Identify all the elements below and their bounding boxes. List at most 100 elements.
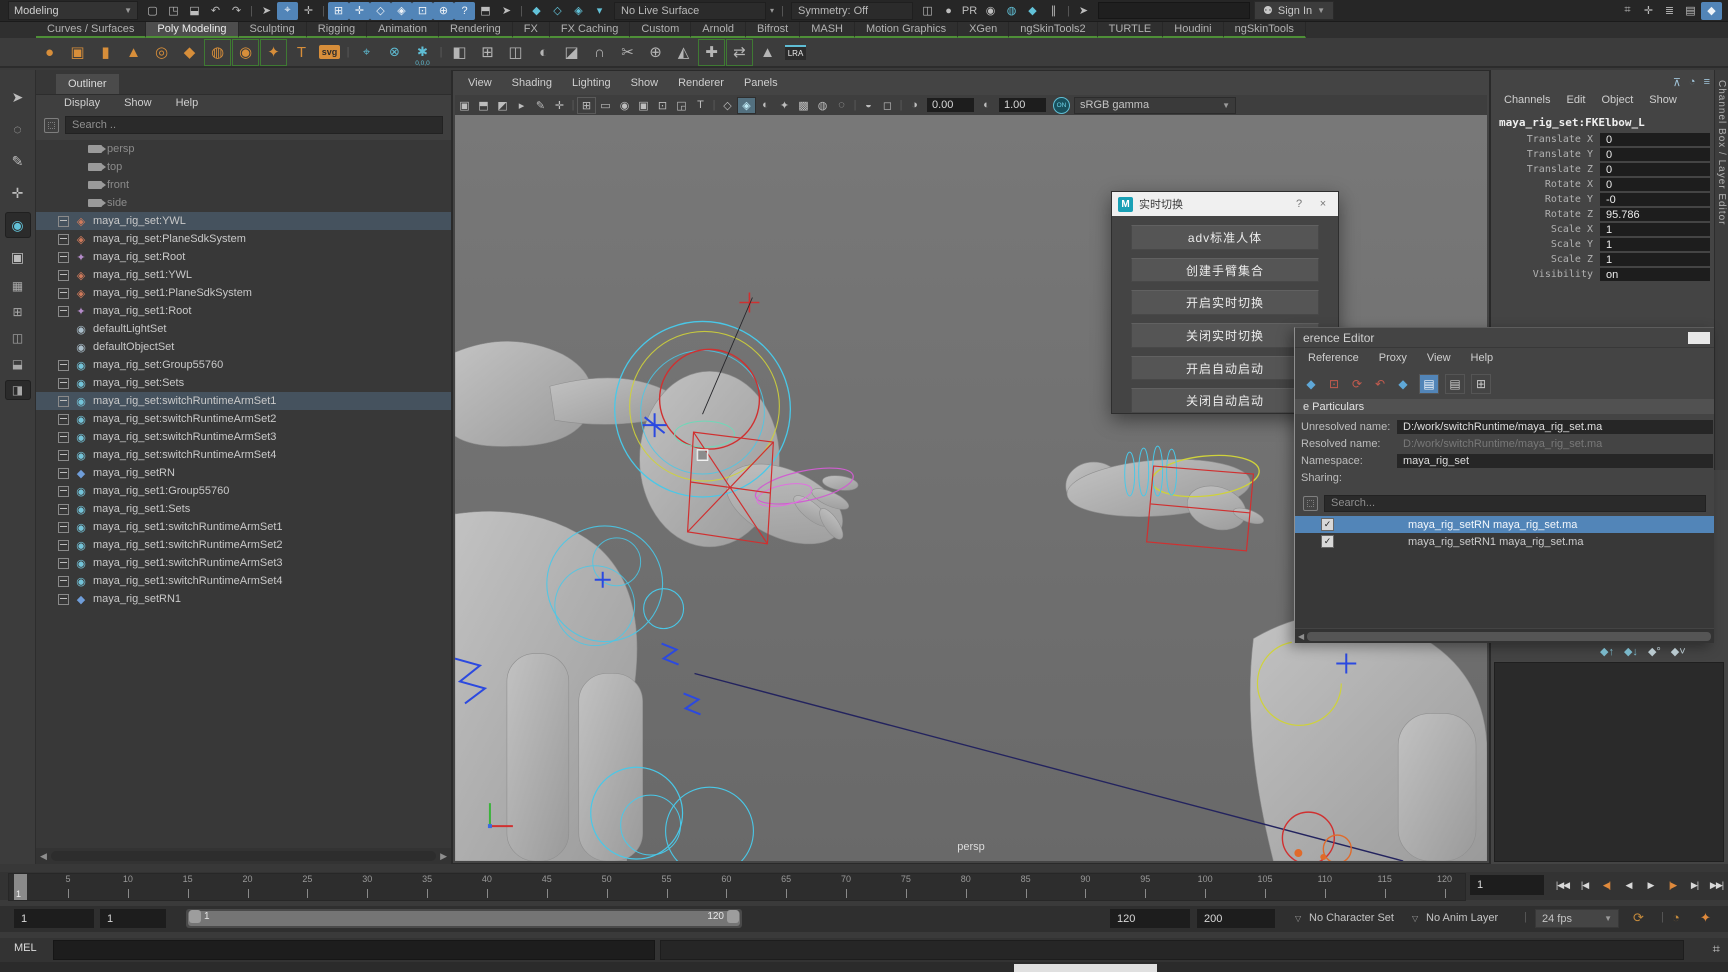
shelf-tab[interactable]: ngSkinTools [1224, 22, 1306, 38]
viewport-menu-item[interactable]: Panels [735, 77, 787, 93]
crease-icon[interactable]: ◭ [670, 39, 697, 66]
screen-space-ao-icon[interactable]: ◍ [813, 97, 832, 114]
channel-box-menu-item[interactable]: Edit [1559, 94, 1592, 106]
shelf-tab[interactable]: Motion Graphics [855, 22, 958, 38]
step-forward-frame-button[interactable]: ▶| [1684, 874, 1705, 896]
scroll-left-icon[interactable]: ◀ [40, 851, 47, 862]
workspace-grid-icon[interactable]: ⌗ [1617, 2, 1638, 20]
outliner-row[interactable]: maya_rig_set1:switchRuntimeArmSet4 [36, 572, 451, 590]
anim-layer-caret-icon[interactable]: ▽ [1412, 914, 1418, 923]
channel-value-field[interactable]: 0 [1600, 148, 1710, 161]
channel-value-field[interactable]: 1 [1600, 223, 1710, 236]
output-operations-icon[interactable]: ◇ [547, 2, 568, 20]
expand-toggle-icon[interactable] [58, 288, 69, 299]
pr-render-icon[interactable]: PR [959, 2, 980, 20]
auto-keyframe-icon[interactable]: ◔ [1672, 910, 1680, 925]
timeline-splitter[interactable] [0, 864, 1728, 872]
create-arm-set-button[interactable]: 创建手臂集合 [1131, 258, 1319, 283]
snap-release-icon[interactable]: ? [454, 2, 475, 20]
separate-icon[interactable]: ◫ [502, 39, 529, 66]
menu-set-selector[interactable]: Modeling ▼ [8, 1, 138, 20]
outliner-row[interactable]: maya_rig_set1:YWL [36, 266, 451, 284]
paint-select-tool-icon[interactable]: ✎ [5, 148, 31, 174]
outliner-menu-item[interactable]: Show [114, 97, 162, 109]
reference-search-input[interactable]: Search... [1324, 495, 1706, 512]
dialog-titlebar[interactable]: M 实时切换 ? × [1112, 192, 1338, 216]
window-control-button[interactable] [1688, 332, 1710, 344]
ref-remove-icon[interactable]: ◆˅ [1671, 645, 1686, 658]
render-current-frame-icon[interactable]: ● [938, 2, 959, 20]
expand-toggle-icon[interactable] [58, 432, 69, 443]
layer-editor-list-area[interactable] [1494, 662, 1724, 862]
exposure-icon[interactable]: ◑ [905, 97, 924, 114]
shelf-tab[interactable]: TURTLE [1098, 22, 1164, 38]
outliner-row[interactable]: persp [36, 140, 451, 158]
select-component-icon[interactable]: ✛ [298, 2, 319, 20]
viewport-menu-item[interactable]: View [459, 77, 501, 93]
reference-menu-item[interactable]: Reference [1299, 352, 1368, 364]
dialog-help-button[interactable]: ? [1290, 198, 1308, 210]
xray-icon[interactable]: ◻ [878, 97, 897, 114]
move-tool-icon[interactable]: ✛ [5, 180, 31, 206]
channel-box-menu-item[interactable]: Show [1642, 94, 1684, 106]
outliner-row[interactable]: front [36, 176, 451, 194]
outliner-row[interactable]: maya_rig_set:switchRuntimeArmSet2 [36, 410, 451, 428]
poly-cube-icon[interactable]: ▣ [64, 39, 91, 66]
current-frame-field[interactable]: 1 [1470, 875, 1544, 895]
particulars-value-field[interactable]: maya_rig_set [1397, 454, 1713, 468]
outliner-row[interactable]: maya_rig_setRN1 [36, 590, 451, 608]
reference-menu-item[interactable]: View [1418, 352, 1460, 364]
script-editor-icon[interactable]: ⌗ [1713, 941, 1720, 957]
expand-toggle-icon[interactable] [58, 216, 69, 227]
file-particulars-header[interactable]: e Particulars [1295, 399, 1714, 414]
shelf-tab[interactable]: ngSkinTools2 [1009, 22, 1097, 38]
outliner-tab[interactable]: Outliner [56, 74, 119, 94]
channel-row[interactable]: Translate Z 0 [1491, 162, 1710, 177]
particulars-value-field[interactable]: D:/work/switchRuntime/maya_rig_set.ma [1397, 420, 1713, 434]
separator[interactable]: | [569, 97, 577, 114]
range-end-handle[interactable] [727, 910, 739, 923]
channel-row[interactable]: Scale X 1 [1491, 222, 1710, 237]
layout-custom-icon[interactable]: ◨ [5, 380, 31, 400]
command-input[interactable] [53, 940, 655, 960]
gamma-field[interactable]: 1.00 [999, 98, 1046, 112]
animation-end-field[interactable]: 200 [1197, 909, 1275, 928]
reference-menu-item[interactable]: Help [1462, 352, 1503, 364]
history-caret-icon[interactable]: ▾ [589, 2, 610, 20]
viewport-menu-item[interactable]: Renderer [669, 77, 733, 93]
channel-value-field[interactable]: -0 [1600, 193, 1710, 206]
layout-persp-outliner-icon[interactable]: ◫ [5, 328, 31, 348]
channel-value-field[interactable]: 1 [1600, 253, 1710, 266]
expand-toggle-icon[interactable] [58, 468, 69, 479]
outliner-row[interactable]: maya_rig_set:Root [36, 248, 451, 266]
shelf-tab[interactable]: FX Caching [550, 22, 630, 38]
poly-text-icon[interactable]: T [288, 39, 315, 66]
layout-four-pane-icon[interactable]: ⊞ [5, 302, 31, 322]
channel-value-field[interactable]: on [1600, 268, 1710, 281]
sign-in-button[interactable]: ⚉ Sign In ▼ [1254, 1, 1334, 20]
create-reference-icon[interactable]: ◆ [1301, 374, 1321, 394]
play-forwards-button[interactable]: ▶ [1640, 874, 1661, 896]
lock-camera-icon[interactable]: ⬒ [474, 97, 493, 114]
scale-tool-icon[interactable]: ▣ [5, 244, 31, 270]
expand-toggle-icon[interactable] [58, 396, 69, 407]
reference-list-item[interactable]: ✓ maya_rig_setRN maya_rig_set.ma [1295, 516, 1714, 533]
channel-value-field[interactable]: 0 [1600, 163, 1710, 176]
fps-dropdown[interactable]: 24 fps ▼ [1535, 909, 1619, 928]
channel-row[interactable]: Rotate Z 95.786 [1491, 207, 1710, 222]
expand-toggle-icon[interactable] [58, 378, 69, 389]
outliner-row[interactable]: maya_rig_set1:switchRuntimeArmSet1 [36, 518, 451, 536]
outliner-row[interactable]: maya_rig_set:YWL [36, 212, 451, 230]
align-objects-icon[interactable]: ⌖ [353, 39, 380, 66]
play-backwards-button[interactable]: ◀ [1618, 874, 1639, 896]
range-slider[interactable]: 1 120 [186, 909, 742, 928]
outliner-row[interactable]: maya_rig_set:Sets [36, 374, 451, 392]
separator[interactable]: | [344, 39, 352, 66]
image-plane-icon[interactable]: ✎ [531, 97, 550, 114]
playback-end-field[interactable]: 120 [1110, 909, 1190, 928]
channel-row[interactable]: Rotate X 0 [1491, 177, 1710, 192]
outliner-row[interactable]: maya_rig_set:PlaneSdkSystem [36, 230, 451, 248]
lra-toggle-icon[interactable]: LRA [782, 39, 809, 66]
shelf-tab[interactable]: XGen [958, 22, 1009, 38]
shelf-tab[interactable]: Rendering [439, 22, 513, 38]
